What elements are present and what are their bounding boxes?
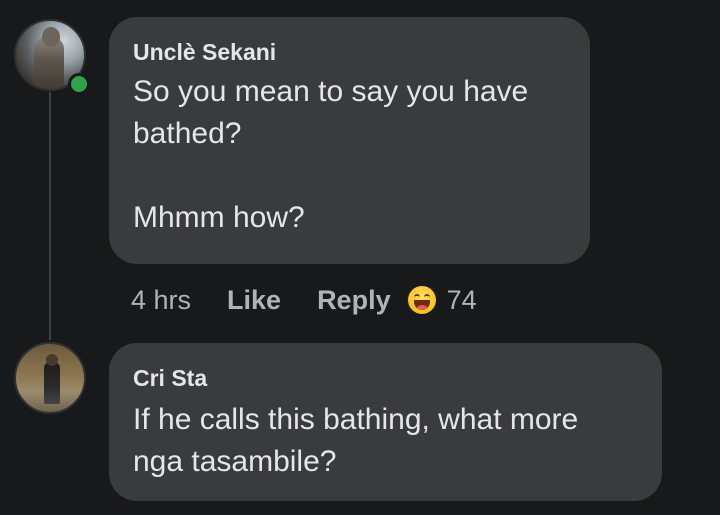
comment-thread: Unclè Sekani So you mean to say you have…	[0, 0, 720, 515]
comment-bubble: Cri Sta If he calls this bathing, what m…	[109, 343, 662, 501]
comment-actions: 4 hrs Like Reply 74	[131, 280, 477, 320]
comment-author[interactable]: Unclè Sekani	[133, 37, 566, 67]
reaction-summary[interactable]: 74	[406, 284, 477, 316]
reply-button[interactable]: Reply	[317, 285, 391, 316]
comment-text: If he calls this bathing, what more nga …	[133, 403, 579, 478]
avatar-head	[46, 354, 58, 366]
avatar-cri-sta[interactable]	[14, 342, 86, 414]
comment-author[interactable]: Cri Sta	[133, 363, 638, 393]
thread-connector-line	[49, 92, 51, 340]
comment-timestamp[interactable]: 4 hrs	[131, 285, 191, 316]
comment-text: So you mean to say you have bathed? Mhmm…	[133, 75, 529, 234]
reaction-count: 74	[446, 284, 477, 315]
comment-bubble: Unclè Sekani So you mean to say you have…	[109, 17, 590, 264]
haha-reaction-icon	[406, 285, 437, 315]
online-status-icon	[68, 73, 90, 95]
avatar-figure	[44, 362, 60, 404]
emoji-mouth	[413, 300, 430, 310]
avatar-head	[42, 27, 60, 47]
like-button[interactable]: Like	[227, 285, 281, 316]
